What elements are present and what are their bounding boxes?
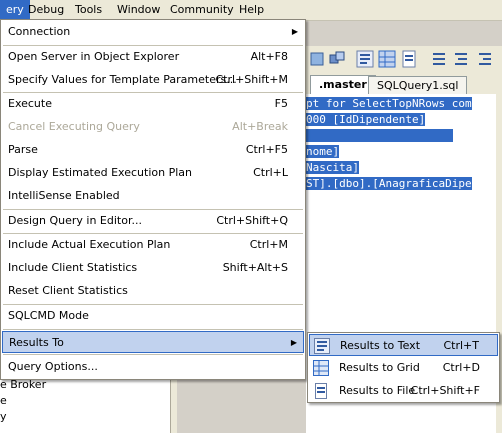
menu-item-query-options[interactable]: Query Options... [2, 356, 304, 378]
document-tab-strip: .master SQLQuery1.sql [306, 74, 502, 95]
submenu-item-label: Results to Text [340, 339, 421, 352]
submenu-item-shortcut: Ctrl+Shift+F [410, 384, 480, 397]
menu-item-label: IntelliSense Enabled [8, 189, 120, 202]
menu-help[interactable]: Help [233, 0, 270, 20]
submenu-item-results-to-file[interactable]: Results to File Ctrl+Shift+F [309, 380, 498, 402]
results-file-icon [313, 383, 329, 399]
menu-item-shortcut: Ctrl+M [249, 238, 288, 251]
submenu-item-shortcut: Ctrl+T [443, 339, 479, 352]
code-line: ST].[dbo].[AnagraficaDipe [306, 177, 472, 190]
results-grid-toolbar-icon[interactable] [378, 50, 396, 68]
menu-item-sqlcmd-mode[interactable]: SQLCMD Mode [2, 305, 304, 327]
tree-node[interactable]: e [0, 393, 7, 409]
menu-item-label: Parse [8, 143, 38, 156]
menu-item-shortcut: F5 [274, 97, 288, 110]
menu-item-shortcut: Ctrl+Shift+M [215, 73, 289, 86]
submenu-item-results-to-grid[interactable]: Results to Grid Ctrl+D [309, 357, 498, 379]
results-file-toolbar-icon[interactable] [400, 50, 418, 68]
code-line [306, 128, 453, 144]
menu-item-shortcut: Alt+F8 [250, 50, 288, 63]
menu-item-parse[interactable]: Parse Ctrl+F5 [2, 139, 304, 161]
menu-item-label: Display Estimated Execution Plan [8, 166, 192, 179]
toolbar [306, 46, 502, 74]
menu-item-include-actual-plan[interactable]: Include Actual Execution Plan Ctrl+M [2, 234, 304, 256]
menu-item-label: Execute [8, 97, 52, 110]
uncomment-lines-icon[interactable] [452, 50, 470, 68]
menu-community[interactable]: Community [164, 0, 240, 20]
menu-item-specify-values[interactable]: Specify Values for Template Parameters..… [2, 69, 304, 91]
menu-item-open-server[interactable]: Open Server in Object Explorer Alt+F8 [2, 46, 304, 68]
menu-item-label: Specify Values for Template Parameters..… [8, 73, 237, 86]
menu-item-execute[interactable]: Execute F5 [2, 93, 304, 115]
menu-item-cancel-executing: Cancel Executing Query Alt+Break [2, 116, 304, 138]
menu-separator [3, 329, 303, 330]
menu-item-shortcut: Ctrl+Shift+Q [216, 214, 288, 227]
menu-bar: ery Debug Tools Window Community Help [0, 0, 502, 21]
code-line: nome] [306, 145, 340, 158]
menu-item-label: Design Query in Editor... [8, 214, 142, 227]
submenu-item-results-to-text[interactable]: Results to Text Ctrl+T [309, 334, 498, 356]
tree-node[interactable]: y [0, 409, 7, 425]
menu-item-results-to[interactable]: Results To ▶ [2, 331, 304, 353]
results-to-submenu: Results to Text Ctrl+T Results to Grid C… [307, 332, 500, 403]
menu-item-label: Include Actual Execution Plan [8, 238, 171, 251]
menu-item-label: Cancel Executing Query [8, 120, 140, 133]
results-text-icon [314, 338, 330, 354]
menu-window[interactable]: Window [111, 0, 166, 20]
menu-item-label: Results To [9, 336, 64, 349]
results-text-toolbar-icon[interactable] [356, 50, 374, 68]
menu-item-shortcut: Ctrl+F5 [245, 143, 288, 156]
menu-separator [3, 354, 303, 355]
submenu-item-label: Results to Grid [339, 361, 420, 374]
menu-item-intellisense[interactable]: IntelliSense Enabled [2, 185, 304, 207]
menu-item-label: Query Options... [8, 360, 98, 373]
menu-item-shortcut: Ctrl+L [253, 166, 288, 179]
submenu-item-shortcut: Ctrl+D [442, 361, 480, 374]
code-line: pt for SelectTopNRows com [306, 97, 472, 110]
toolbar-button-icon[interactable] [328, 50, 346, 68]
menu-item-shortcut: Shift+Alt+S [222, 261, 288, 274]
menu-item-label: SQLCMD Mode [8, 309, 89, 322]
menu-item-shortcut: Alt+Break [232, 120, 288, 133]
menu-item-display-estimated-plan[interactable]: Display Estimated Execution Plan Ctrl+L [2, 162, 304, 184]
menu-item-connection[interactable]: Connection ▶ [2, 21, 304, 43]
menu-item-label: Connection [8, 25, 71, 38]
menu-tools[interactable]: Tools [69, 0, 108, 20]
menu-debug[interactable]: Debug [22, 0, 70, 20]
toolbar-button-icon[interactable] [308, 50, 326, 68]
menu-item-label: Reset Client Statistics [8, 284, 128, 297]
code-line: Nascita] [306, 161, 359, 174]
menu-item-label: Include Client Statistics [8, 261, 138, 274]
menu-item-reset-client-stats[interactable]: Reset Client Statistics [2, 280, 304, 302]
submenu-arrow-icon: ▶ [290, 338, 297, 347]
tab-master[interactable]: .master [310, 75, 376, 95]
menu-item-label: Open Server in Object Explorer [8, 50, 180, 63]
submenu-arrow-icon: ▶ [291, 27, 298, 36]
menu-item-include-client-stats[interactable]: Include Client Statistics Shift+Alt+S [2, 257, 304, 279]
indent-icon[interactable] [476, 50, 494, 68]
query-menu-dropdown: Connection ▶ Open Server in Object Explo… [0, 19, 306, 380]
menu-item-design-query[interactable]: Design Query in Editor... Ctrl+Shift+Q [2, 210, 304, 232]
comment-lines-icon[interactable] [430, 50, 448, 68]
submenu-item-label: Results to File [339, 384, 416, 397]
results-grid-icon [313, 360, 329, 376]
code-line: 000 [IdDipendente] [306, 113, 426, 126]
tab-sqlquery1[interactable]: SQLQuery1.sql [368, 76, 468, 94]
